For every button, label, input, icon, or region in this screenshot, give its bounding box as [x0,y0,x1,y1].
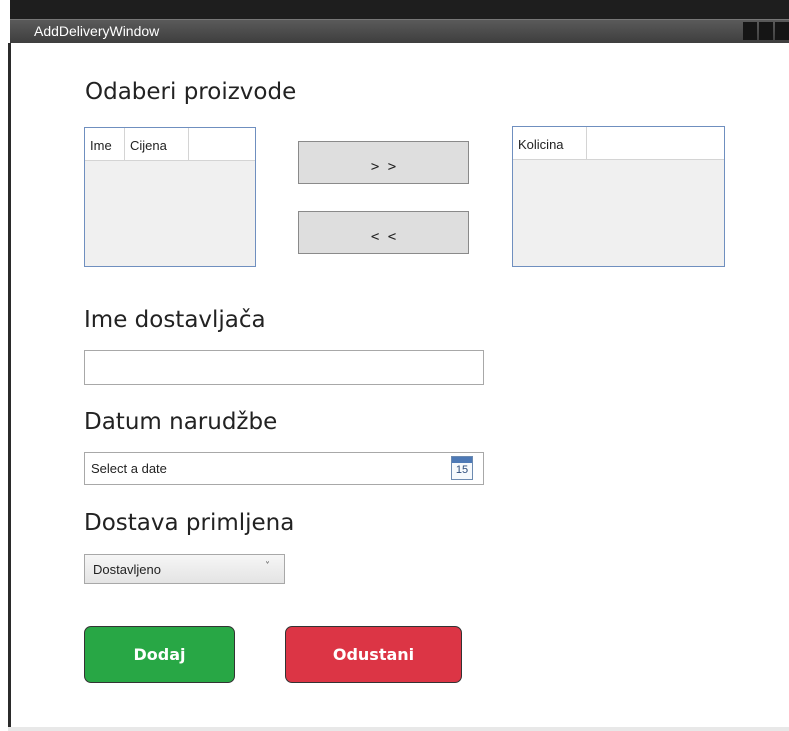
order-date-picker[interactable]: Select a date 15 [84,452,484,485]
delivery-status-dropdown[interactable]: Dostavljeno ˅ [84,554,285,584]
move-right-button[interactable]: > > [298,141,469,184]
window-controls [743,22,789,40]
products-grid[interactable]: Ime Cijena [84,127,256,267]
calendar-icon-day: 15 [455,464,469,476]
column-header-name[interactable]: Ime [85,128,125,160]
column-header-quantity[interactable]: Kolicina [513,127,587,159]
products-heading: Odaberi proizvode [85,79,297,105]
products-grid-header: Ime Cijena [85,128,255,161]
selected-products-grid[interactable]: Kolicina [512,126,725,267]
move-left-button[interactable]: < < [298,211,469,254]
delivery-status-value: Dostavljeno [93,562,161,577]
window-title: AddDeliveryWindow [34,23,160,39]
selected-grid-header: Kolicina [513,127,724,160]
supplier-name-input[interactable] [84,350,484,385]
window-bottom-border [8,727,789,731]
window-left-border [8,43,11,731]
calendar-icon[interactable]: 15 [451,456,473,480]
add-button[interactable]: Dodaj [84,626,235,683]
column-header-price[interactable]: Cijena [125,128,189,160]
supplier-heading: Ime dostavljača [84,307,266,333]
minimize-button[interactable] [743,22,757,40]
received-heading: Dostava primljena [84,510,295,536]
date-placeholder[interactable]: Select a date [91,461,167,476]
order-date-heading: Datum narudžbe [84,409,278,435]
top-strip [10,0,789,19]
title-bar[interactable]: AddDeliveryWindow [10,19,789,43]
maximize-button[interactable] [759,22,773,40]
add-delivery-window: AddDeliveryWindow Odaberi proizvode Ime … [0,0,789,731]
cancel-button[interactable]: Odustani [285,626,462,683]
chevron-down-icon: ˅ [265,561,270,572]
close-button[interactable] [775,22,789,40]
